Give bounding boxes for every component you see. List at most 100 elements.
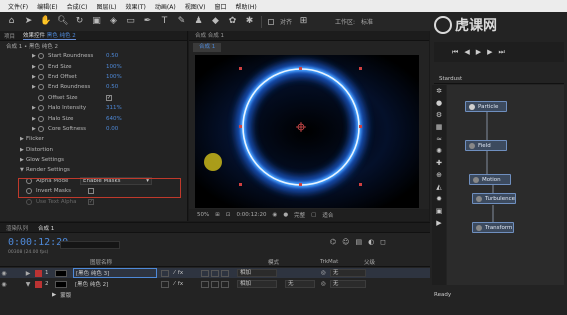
header-layer-name[interactable]: 图层名称	[90, 258, 268, 266]
tab-effect-controls[interactable]: 效果控件 黑色 纯色 2	[23, 31, 76, 40]
menu-window[interactable]: 窗口	[214, 2, 226, 11]
group-render-settings[interactable]: ▼ Render Settings	[0, 165, 187, 175]
shape-icon[interactable]: ◭	[432, 181, 446, 193]
camera-icon[interactable]: ▣	[432, 205, 446, 217]
play-icon[interactable]: ▶	[476, 48, 481, 56]
type-tool-icon[interactable]: T	[159, 16, 170, 27]
show-channel-icon[interactable]: ●	[283, 212, 288, 218]
particle-add-icon[interactable]: ✲	[432, 85, 446, 97]
header-trkmat[interactable]: TrkMat	[320, 259, 364, 265]
fx-icon[interactable]: fx	[178, 270, 183, 277]
property-value[interactable]: 311%	[106, 105, 122, 111]
menu-effect[interactable]: 效果(T)	[126, 2, 146, 11]
offset-size-checkbox[interactable]: ✓	[106, 94, 112, 101]
roto-tool-icon[interactable]: ✿	[227, 16, 238, 27]
stopwatch-icon[interactable]	[38, 73, 44, 80]
selection-tool-icon[interactable]: ➤	[23, 16, 34, 27]
switch-box[interactable]	[201, 269, 209, 277]
output-icon[interactable]: ▶	[432, 217, 446, 229]
property-row[interactable]: ▶ Halo Intensity 311%	[0, 103, 187, 113]
node-particle[interactable]: Particle	[465, 101, 507, 112]
pickwhip-icon[interactable]: ◎	[321, 281, 326, 287]
wave-icon[interactable]: ≈	[432, 133, 446, 145]
rectangle-tool-icon[interactable]: ▭	[125, 16, 136, 27]
comp-name-tab[interactable]: 合成 1	[193, 43, 222, 52]
brush-tool-icon[interactable]: ✎	[176, 16, 187, 27]
header-mode[interactable]: 模式	[268, 258, 320, 266]
flare-icon[interactable]: ✺	[432, 145, 446, 157]
stamp-tool-icon[interactable]: ♟	[193, 16, 204, 27]
group-flicker[interactable]: ▶ Flicker	[0, 134, 187, 144]
zoom-tool-icon[interactable]: 🔍︎	[57, 16, 68, 27]
blend-mode-dropdown[interactable]: 相加	[237, 280, 277, 288]
mask-group-row[interactable]: ▶ 蒙版	[0, 290, 430, 300]
node-field[interactable]: Field	[465, 140, 507, 151]
property-value[interactable]: 0.50	[106, 53, 118, 59]
snap-options-icon[interactable]: ⊞	[298, 16, 309, 27]
pickwhip-icon[interactable]: ◎	[321, 270, 326, 276]
property-value[interactable]: 0.50	[106, 84, 118, 90]
step-back-icon[interactable]: ◀	[464, 48, 469, 56]
viewer-tab[interactable]: 合成 合成 1	[189, 31, 429, 41]
replicator-icon[interactable]: ⊕	[432, 169, 446, 181]
stopwatch-icon[interactable]	[38, 63, 44, 70]
group-glow-settings[interactable]: ▶ Glow Settings	[0, 155, 187, 165]
camera-tool-icon[interactable]: ▣	[91, 16, 102, 27]
node-transform[interactable]: Transform	[472, 222, 514, 233]
light-icon[interactable]: ✹	[432, 193, 446, 205]
snap-checkbox[interactable]	[268, 18, 274, 25]
property-row[interactable]: Offset Size ✓	[0, 93, 187, 103]
switch-box[interactable]	[201, 280, 209, 288]
property-row[interactable]: ▶ Halo Size 640%	[0, 113, 187, 123]
layer-name[interactable]: [黑色 纯色 3]	[73, 268, 157, 278]
property-value[interactable]: 0.00	[106, 126, 118, 132]
property-row[interactable]: ▶ End Offset 100%	[0, 72, 187, 82]
workspace-value[interactable]: 标准	[361, 17, 373, 26]
label-color-swatch[interactable]	[35, 269, 42, 277]
pen-tool-icon[interactable]: ✒	[142, 16, 153, 27]
sphere-icon[interactable]: ●	[432, 97, 446, 109]
tab-render-queue[interactable]: 渲染队列	[6, 224, 28, 232]
rotate-tool-icon[interactable]: ↻	[74, 16, 85, 27]
eraser-tool-icon[interactable]: ◆	[210, 16, 221, 27]
node-turbulence[interactable]: Turbulence	[472, 193, 516, 204]
stopwatch-icon[interactable]	[38, 125, 44, 132]
visibility-eye-icon[interactable]: ◉	[0, 281, 8, 288]
property-value[interactable]: 100%	[106, 74, 122, 80]
collapse-switch-icon[interactable]: ⁄	[174, 281, 175, 288]
collapse-arrow-icon[interactable]: ▼	[24, 281, 32, 288]
menu-layer[interactable]: 图层(L)	[97, 2, 117, 11]
parent-dropdown[interactable]: 无	[329, 269, 366, 277]
switch-box[interactable]	[221, 269, 229, 277]
stopwatch-icon[interactable]	[38, 115, 44, 122]
switch-box[interactable]	[221, 280, 229, 288]
timecode-display[interactable]: 0:00:12:20	[236, 212, 266, 218]
parent-dropdown[interactable]: 无	[329, 280, 366, 288]
field-icon[interactable]: ▦	[432, 121, 446, 133]
switch-box[interactable]	[211, 280, 219, 288]
transform-icon[interactable]: ✚	[432, 157, 446, 169]
expand-arrow-icon[interactable]: ▶	[24, 270, 32, 277]
stardust-panel-tab[interactable]: Stardust	[434, 74, 564, 84]
node-motion[interactable]: Motion	[469, 174, 511, 185]
grid-icon[interactable]: ⊞	[215, 212, 220, 218]
label-color-swatch[interactable]	[35, 280, 42, 288]
step-forward-icon[interactable]: ▶	[487, 48, 492, 56]
header-parent[interactable]: 父级	[364, 258, 375, 266]
camera-snapshot-icon[interactable]: ◉	[273, 212, 278, 218]
blend-mode-dropdown[interactable]: 相加	[237, 269, 277, 277]
trkmat-dropdown[interactable]: 无	[285, 280, 315, 288]
safe-zone-icon[interactable]: ⊡	[226, 212, 231, 218]
property-value[interactable]: 100%	[106, 64, 122, 70]
group-distortion[interactable]: ▶ Distortion	[0, 145, 187, 155]
motion-blur-icon[interactable]: ◐	[368, 238, 374, 246]
stopwatch-icon[interactable]	[38, 94, 44, 101]
property-row[interactable]: ▶ End Size 100%	[0, 61, 187, 71]
tab-project[interactable]: 项目	[4, 32, 15, 40]
frame-blend-icon[interactable]: ▤	[355, 238, 362, 246]
draft-3d-icon[interactable]: ⌬	[330, 238, 336, 246]
layer-row[interactable]: ◉ ▼ 2 [黑色 纯色 2] ⁄ fx 相加 无 ◎ 无	[0, 279, 430, 289]
property-row[interactable]: ▶ Start Roundness 0.50	[0, 51, 187, 61]
switch-box[interactable]	[211, 269, 219, 277]
layer-search-input[interactable]	[60, 241, 120, 249]
